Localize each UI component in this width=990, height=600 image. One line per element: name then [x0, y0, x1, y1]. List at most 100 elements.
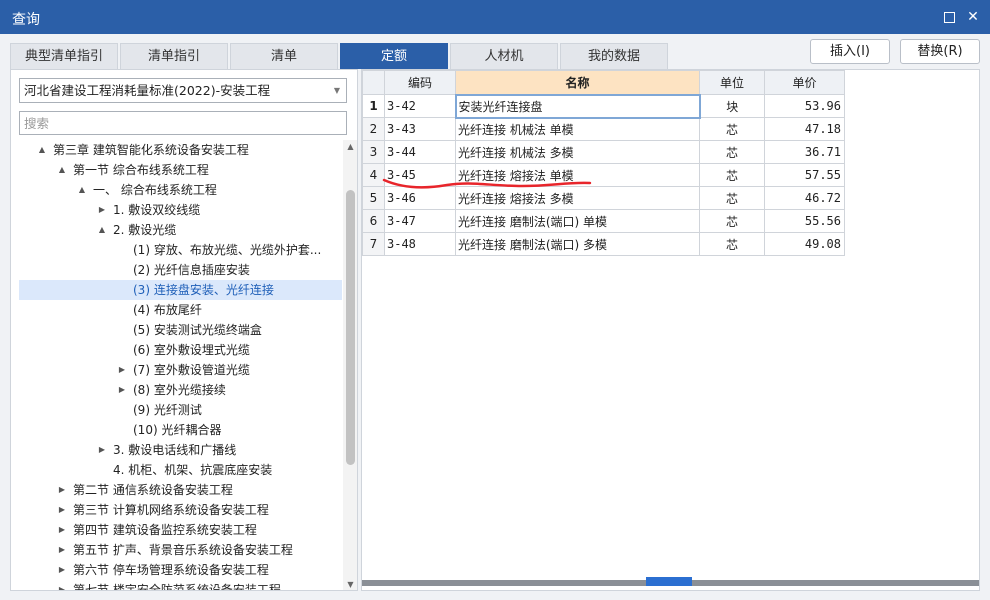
- code-cell[interactable]: 3-44: [384, 140, 456, 164]
- table-row[interactable]: 3 3-44 光纤连接 机械法 多模芯 36.71: [362, 140, 845, 164]
- scroll-thumb[interactable]: [346, 190, 355, 465]
- insert-button[interactable]: 插入(I): [810, 39, 890, 64]
- horizontal-scrollbar[interactable]: [362, 577, 979, 586]
- tree-item[interactable]: ▶ 第三节 计算机网络系统设备安装工程: [19, 500, 342, 520]
- tree-item[interactable]: ▲ 一、 综合布线系统工程: [19, 180, 342, 200]
- maximize-icon[interactable]: [938, 6, 960, 28]
- tree-item[interactable]: ▲ 第三章 建筑智能化系统设备安装工程: [19, 140, 342, 160]
- expand-icon[interactable]: ▶: [57, 480, 67, 500]
- collapse-icon[interactable]: ▲: [77, 180, 87, 200]
- name-cell[interactable]: 光纤连接 熔接法 单模: [455, 163, 700, 187]
- tree-item[interactable]: ▲ 第一节 综合布线系统工程: [19, 160, 342, 180]
- table-row[interactable]: 4 3-45 光纤连接 熔接法 单模芯 57.55: [362, 163, 845, 187]
- row-number[interactable]: 2: [362, 117, 385, 141]
- code-cell[interactable]: 3-48: [384, 232, 456, 256]
- expand-icon[interactable]: ▶: [57, 520, 67, 540]
- price-cell[interactable]: 46.72: [764, 186, 845, 210]
- tree-item[interactable]: ▶ 第二节 通信系统设备安装工程: [19, 480, 342, 500]
- table-row[interactable]: 5 3-46 光纤连接 熔接法 多模芯 46.72: [362, 186, 845, 210]
- header-unit[interactable]: 单位: [699, 70, 765, 95]
- code-cell[interactable]: 3-42: [384, 94, 456, 118]
- expand-icon[interactable]: ▶: [57, 560, 67, 580]
- tab-typical-list-guide[interactable]: 典型清单指引: [10, 43, 118, 69]
- tab-list[interactable]: 清单: [230, 43, 338, 69]
- tree-item[interactable]: (2) 光纤信息插座安装: [19, 260, 342, 280]
- code-cell[interactable]: 3-47: [384, 209, 456, 233]
- price-cell[interactable]: 53.96: [764, 94, 845, 118]
- tree-item[interactable]: (9) 光纤测试: [19, 400, 342, 420]
- tree-item[interactable]: ▶ 第五节 扩声、背景音乐系统设备安装工程: [19, 540, 342, 560]
- table-row[interactable]: 2 3-43 光纤连接 机械法 单模芯 47.18: [362, 117, 845, 141]
- expand-icon[interactable]: ▶: [117, 380, 127, 400]
- unit-cell[interactable]: 芯: [699, 140, 765, 164]
- scroll-up-icon[interactable]: ▲: [343, 140, 357, 154]
- tree-item[interactable]: ▶ (8) 室外光缆接续: [19, 380, 342, 400]
- row-number[interactable]: 1: [362, 94, 385, 118]
- expand-icon[interactable]: ▶: [117, 360, 127, 380]
- tree-item[interactable]: ▲ 2. 敷设光缆: [19, 220, 342, 240]
- tree-item[interactable]: (5) 安装测试光缆终端盒: [19, 320, 342, 340]
- unit-cell[interactable]: 芯: [699, 209, 765, 233]
- table-row[interactable]: 7 3-48 光纤连接 磨制法(端口) 多模芯 49.08: [362, 232, 845, 256]
- tab-labor-material-machine[interactable]: 人材机: [450, 43, 558, 69]
- search-input[interactable]: [19, 111, 347, 135]
- hscroll-thumb[interactable]: [646, 577, 692, 586]
- tree-item[interactable]: ▶ (7) 室外敷设管道光缆: [19, 360, 342, 380]
- code-cell[interactable]: 3-43: [384, 117, 456, 141]
- name-cell[interactable]: 安装光纤连接盘: [454, 93, 701, 119]
- header-name[interactable]: 名称: [455, 70, 700, 95]
- expand-icon[interactable]: ▶: [57, 580, 67, 590]
- name-cell[interactable]: 光纤连接 磨制法(端口) 单模: [455, 209, 700, 233]
- expand-icon[interactable]: ▶: [57, 500, 67, 520]
- unit-cell[interactable]: 块: [699, 94, 765, 118]
- expand-icon[interactable]: ▶: [97, 440, 107, 460]
- expand-icon[interactable]: ▶: [57, 540, 67, 560]
- tree-item[interactable]: ▶ 3. 敷设电话线和广播线: [19, 440, 342, 460]
- name-cell[interactable]: 光纤连接 机械法 多模: [455, 140, 700, 164]
- close-icon[interactable]: ✕: [962, 6, 984, 28]
- tab-quota[interactable]: 定额: [340, 43, 448, 69]
- replace-button[interactable]: 替换(R): [900, 39, 980, 64]
- header-code[interactable]: 编码: [384, 70, 456, 95]
- price-cell[interactable]: 36.71: [764, 140, 845, 164]
- tree-item[interactable]: 4. 机柜、机架、抗震底座安装: [19, 460, 342, 480]
- table-row[interactable]: 1 3-42 安装光纤连接盘块 53.96: [362, 93, 845, 119]
- tab-list-guide[interactable]: 清单指引: [120, 43, 228, 69]
- tree-item[interactable]: ▶ 第七节 楼宇安全防范系统设备安装工程: [19, 580, 342, 590]
- tree-item[interactable]: (4) 布放尾纤: [19, 300, 342, 320]
- collapse-icon[interactable]: ▲: [37, 140, 47, 160]
- header-price[interactable]: 单价: [764, 70, 845, 95]
- collapse-icon[interactable]: ▲: [57, 160, 67, 180]
- tab-my-data[interactable]: 我的数据: [560, 43, 668, 69]
- unit-cell[interactable]: 芯: [699, 232, 765, 256]
- tree-item[interactable]: (6) 室外敷设埋式光缆: [19, 340, 342, 360]
- unit-cell[interactable]: 芯: [699, 186, 765, 210]
- unit-cell[interactable]: 芯: [699, 117, 765, 141]
- scroll-down-icon[interactable]: ▼: [343, 578, 357, 590]
- collapse-icon[interactable]: ▲: [97, 220, 107, 240]
- price-cell[interactable]: 55.56: [764, 209, 845, 233]
- code-cell[interactable]: 3-46: [384, 186, 456, 210]
- tree-item[interactable]: (10) 光纤耦合器: [19, 420, 342, 440]
- tree-item[interactable]: (1) 穿放、布放光缆、光缆外护套...: [19, 240, 342, 260]
- expand-icon[interactable]: ▶: [97, 200, 107, 220]
- price-cell[interactable]: 57.55: [764, 163, 845, 187]
- code-cell[interactable]: 3-45: [384, 163, 456, 187]
- row-number[interactable]: 4: [362, 163, 385, 187]
- row-number[interactable]: 7: [362, 232, 385, 256]
- row-number[interactable]: 6: [362, 209, 385, 233]
- tree-item[interactable]: (3) 连接盘安装、光纤连接: [19, 280, 342, 300]
- price-cell[interactable]: 47.18: [764, 117, 845, 141]
- tree-item[interactable]: ▶ 第六节 停车场管理系统设备安装工程: [19, 560, 342, 580]
- standard-select[interactable]: 河北省建设工程消耗量标准(2022)-安装工程 ▼: [19, 78, 347, 103]
- row-number[interactable]: 3: [362, 140, 385, 164]
- name-cell[interactable]: 光纤连接 机械法 单模: [455, 117, 700, 141]
- table-row[interactable]: 6 3-47 光纤连接 磨制法(端口) 单模芯 55.56: [362, 209, 845, 233]
- tree-scrollbar[interactable]: ▲ ▼: [343, 140, 357, 590]
- unit-cell[interactable]: 芯: [699, 163, 765, 187]
- name-cell[interactable]: 光纤连接 磨制法(端口) 多模: [455, 232, 700, 256]
- row-number[interactable]: 5: [362, 186, 385, 210]
- tree-item[interactable]: ▶ 第四节 建筑设备监控系统安装工程: [19, 520, 342, 540]
- name-cell[interactable]: 光纤连接 熔接法 多模: [455, 186, 700, 210]
- price-cell[interactable]: 49.08: [764, 232, 845, 256]
